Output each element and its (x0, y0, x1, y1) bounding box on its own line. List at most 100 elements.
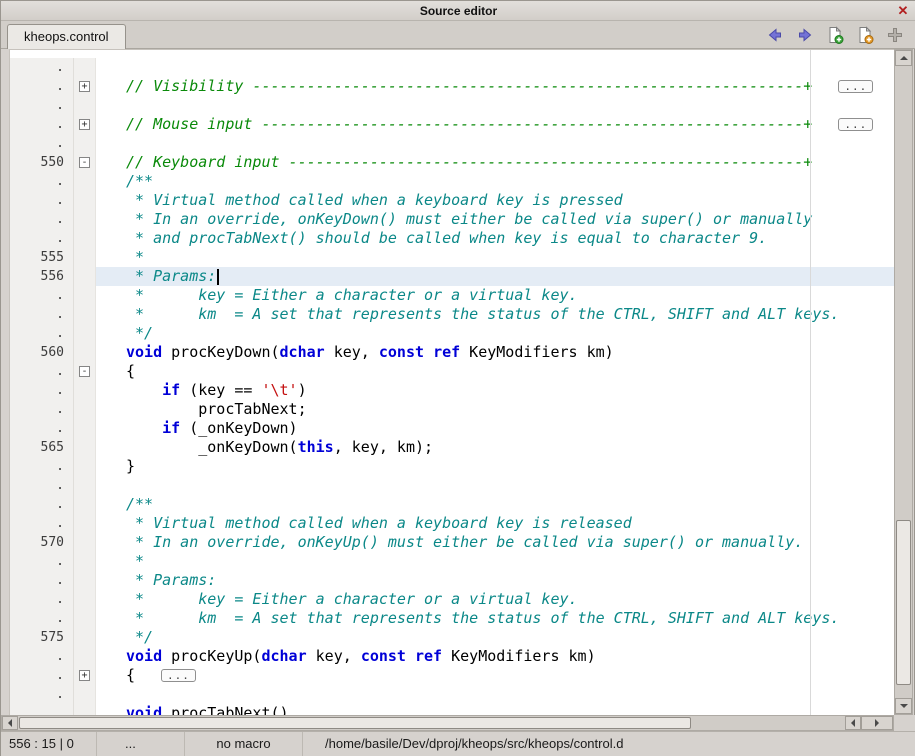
fold-toggle-icon[interactable]: + (79, 670, 90, 681)
line-number[interactable]: . (10, 115, 74, 134)
line-number[interactable]: . (10, 647, 74, 666)
line-number[interactable]: . (10, 362, 74, 381)
code-text[interactable]: void procKeyDown(dchar key, const ref Ke… (96, 343, 894, 362)
vertical-scrollbar[interactable] (894, 49, 913, 715)
horizontal-scrollbar[interactable] (1, 715, 894, 731)
fold-toggle-icon[interactable]: + (79, 119, 90, 130)
code-text[interactable]: {... (96, 666, 894, 685)
line-number[interactable]: 570 (10, 533, 74, 552)
line-number[interactable]: . (10, 609, 74, 628)
line-number[interactable]: 560 (10, 343, 74, 362)
code-text[interactable]: */ (96, 324, 894, 343)
scroll-up-button[interactable] (895, 50, 912, 66)
line-number[interactable]: . (10, 96, 74, 115)
code-line[interactable]: . void procKeyUp(dchar key, const ref Key… (10, 647, 894, 666)
code-text[interactable]: if (key == '\t') (96, 381, 894, 400)
code-text[interactable]: /** (96, 172, 894, 191)
fold-toggle-icon[interactable]: - (79, 366, 90, 377)
line-number[interactable]: . (10, 514, 74, 533)
line-number[interactable]: . (10, 324, 74, 343)
code-line[interactable]: .} (10, 457, 894, 476)
code-text[interactable] (96, 476, 894, 495)
code-line[interactable]: .+// Mouse input -----------------------… (10, 115, 894, 134)
code-line[interactable]: . if (_onKeyDown) (10, 419, 894, 438)
code-line[interactable]: . * km = A set that represents the statu… (10, 305, 894, 324)
code-text[interactable]: void procKeyUp(dchar key, const ref KeyM… (96, 647, 894, 666)
line-number[interactable]: . (10, 552, 74, 571)
code-line[interactable]: 550-// Keyboard input ------------------… (10, 153, 894, 172)
code-line[interactable]: . + {... (10, 666, 894, 685)
code-line[interactable]: . void procTabNext() (10, 704, 894, 715)
code-line[interactable]: 560 void procKeyDown(dchar key, const ref… (10, 343, 894, 362)
go-forward-button[interactable] (796, 26, 814, 44)
code-line[interactable]: . * Virtual method called when a keyboar… (10, 514, 894, 533)
code-text[interactable]: * and procTabNext() should be called whe… (96, 229, 894, 248)
code-line[interactable]: . * (10, 552, 894, 571)
code-line[interactable]: . (10, 96, 894, 115)
code-line[interactable]: 555 * (10, 248, 894, 267)
line-number[interactable]: . (10, 229, 74, 248)
line-number[interactable]: . (10, 58, 74, 77)
line-number[interactable]: . (10, 210, 74, 229)
code-text[interactable]: * Params: (96, 571, 894, 590)
code-line[interactable]: . * Params: (10, 571, 894, 590)
line-number[interactable]: . (10, 457, 74, 476)
code-line[interactable]: . (10, 476, 894, 495)
new-module-button[interactable] (826, 26, 844, 44)
go-back-button[interactable] (766, 26, 784, 44)
window-close-button[interactable]: ✕ (895, 1, 911, 21)
code-text[interactable]: * (96, 552, 894, 571)
code-text[interactable]: if (_onKeyDown) (96, 419, 894, 438)
code-line[interactable]: . procTabNext; (10, 400, 894, 419)
code-line[interactable]: 565 _onKeyDown(this, key, km); (10, 438, 894, 457)
code-text[interactable]: void procTabNext() (96, 704, 894, 715)
new-runnable-module-button[interactable] (856, 26, 874, 44)
code-line[interactable]: .+// Visibility ------------------------… (10, 77, 894, 96)
code-text[interactable]: * Virtual method called when a keyboard … (96, 514, 894, 533)
line-number[interactable]: . (10, 286, 74, 305)
code-text[interactable] (96, 96, 894, 115)
code-line[interactable]: . * key = Either a character or a virtua… (10, 590, 894, 609)
line-number[interactable]: 550 (10, 153, 74, 172)
code-text[interactable] (96, 58, 894, 77)
line-number[interactable]: . (10, 495, 74, 514)
scroll-left-button-secondary[interactable] (845, 716, 861, 730)
line-number[interactable]: . (10, 590, 74, 609)
line-number[interactable]: . (10, 704, 74, 715)
code-line[interactable]: . * km = A set that represents the statu… (10, 609, 894, 628)
code-text[interactable]: /** (96, 495, 894, 514)
code-line[interactable]: . /** (10, 495, 894, 514)
code-text[interactable] (96, 685, 894, 704)
code-text[interactable]: * In an override, onKeyDown() must eithe… (96, 210, 894, 229)
line-number[interactable]: 575 (10, 628, 74, 647)
code-line[interactable]: 575 */ (10, 628, 894, 647)
line-number[interactable]: . (10, 666, 74, 685)
line-number[interactable]: . (10, 381, 74, 400)
collapsed-fold-indicator[interactable]: ... (838, 118, 873, 131)
code-line[interactable]: ./** (10, 172, 894, 191)
code-line[interactable]: 570 * In an override, onKeyUp() must eit… (10, 533, 894, 552)
fold-toggle-icon[interactable]: + (79, 81, 90, 92)
code-text[interactable] (96, 134, 894, 153)
code-editor[interactable]: ..+// Visibility -----------------------… (9, 49, 894, 715)
scroll-right-button[interactable] (861, 716, 893, 730)
code-text[interactable]: * In an override, onKeyUp() must either … (96, 533, 894, 552)
line-number[interactable]: . (10, 191, 74, 210)
code-text[interactable]: } (96, 457, 894, 476)
code-text[interactable]: * key = Either a character or a virtual … (96, 286, 894, 305)
line-number[interactable]: . (10, 77, 74, 96)
line-number[interactable]: . (10, 571, 74, 590)
tab-kheops-control[interactable]: kheops.control (7, 24, 126, 49)
code-line[interactable]: . (10, 685, 894, 704)
code-text[interactable]: * km = A set that represents the status … (96, 305, 894, 324)
code-line[interactable]: . */ (10, 324, 894, 343)
code-line[interactable]: . (10, 134, 894, 153)
scroll-down-button[interactable] (895, 698, 912, 714)
code-line[interactable]: . * key = Either a character or a virtua… (10, 286, 894, 305)
code-text[interactable]: * key = Either a character or a virtual … (96, 590, 894, 609)
code-line[interactable]: .-{ (10, 362, 894, 381)
collapsed-fold-indicator[interactable]: ... (838, 80, 873, 93)
code-line[interactable]: . * and procTabNext() should be called w… (10, 229, 894, 248)
line-number[interactable]: . (10, 685, 74, 704)
code-text[interactable]: * Virtual method called when a keyboard … (96, 191, 894, 210)
